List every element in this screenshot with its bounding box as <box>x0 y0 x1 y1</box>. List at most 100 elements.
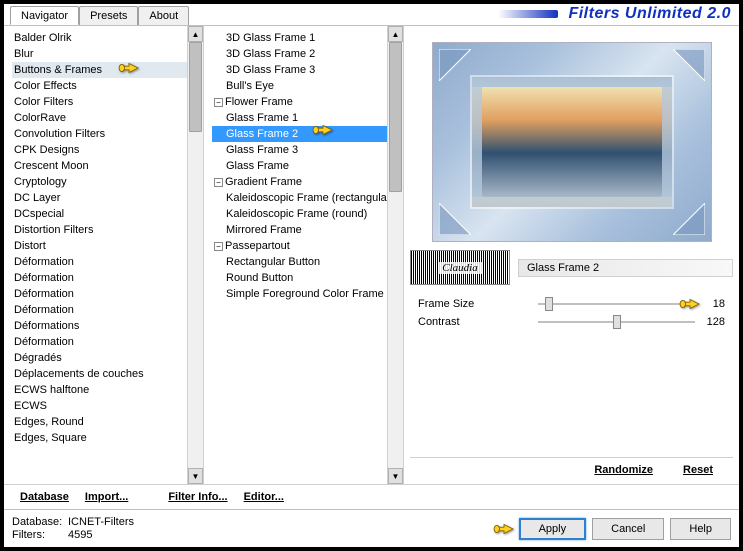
filter-item-label: 3D Glass Frame 1 <box>226 32 315 44</box>
filter-item-label: Glass Frame 2 <box>226 128 298 140</box>
app-title: Filters Unlimited 2.0 <box>568 5 731 23</box>
filter-item[interactable]: −Passepartout <box>212 238 403 254</box>
slider-thumb[interactable] <box>545 297 553 311</box>
filter-item-label: 3D Glass Frame 2 <box>226 48 315 60</box>
header: Navigator Presets About Filters Unlimite… <box>4 4 739 26</box>
filter-item[interactable]: 3D Glass Frame 1 <box>212 30 403 46</box>
filter-item[interactable]: Kaleidoscopic Frame (rectangular) <box>212 190 403 206</box>
corner-triangle-icon <box>439 49 471 81</box>
category-item[interactable]: Cryptology <box>12 174 203 190</box>
category-item[interactable]: Déformation <box>12 334 203 350</box>
filter-item-label: Round Button <box>226 272 293 284</box>
category-item[interactable]: Edges, Square <box>12 430 203 446</box>
category-item[interactable]: ECWS halftone <box>12 382 203 398</box>
category-item[interactable]: Color Effects <box>12 78 203 94</box>
filter-item[interactable]: −Flower Frame <box>212 94 403 110</box>
filter-item[interactable]: Round Button <box>212 270 403 286</box>
tab-about[interactable]: About <box>138 6 189 25</box>
category-item[interactable]: DC Layer <box>12 190 203 206</box>
slider-thumb[interactable] <box>613 315 621 329</box>
category-item[interactable]: Déplacements de couches <box>12 366 203 382</box>
scroll-up-icon[interactable]: ▲ <box>188 26 203 42</box>
filter-item-label: Mirrored Frame <box>226 224 302 236</box>
filter-item[interactable]: 3D Glass Frame 2 <box>212 46 403 62</box>
category-item[interactable]: ColorRave <box>12 110 203 126</box>
category-item[interactable]: DCspecial <box>12 206 203 222</box>
import-button[interactable]: Import... <box>77 489 136 505</box>
scroll-down-icon[interactable]: ▼ <box>388 468 403 484</box>
param-value: 128 <box>695 316 725 328</box>
footer: Database:ICNET-Filters Filters:4595 Appl… <box>4 509 739 547</box>
category-item[interactable]: ECWS <box>12 398 203 414</box>
cancel-button[interactable]: Cancel <box>592 518 664 540</box>
tab-navigator[interactable]: Navigator <box>10 6 79 25</box>
filter-item[interactable]: Rectangular Button <box>212 254 403 270</box>
help-button[interactable]: Help <box>670 518 731 540</box>
filter-item[interactable]: Mirrored Frame <box>212 222 403 238</box>
category-item[interactable]: Color Filters <box>12 94 203 110</box>
collapse-icon[interactable]: − <box>214 242 223 251</box>
category-item[interactable]: Dégradés <box>12 350 203 366</box>
category-item[interactable]: Déformations <box>12 318 203 334</box>
filter-column: 3D Glass Frame 1 3D Glass Frame 2 3D Glass… <box>204 26 404 484</box>
frame-size-slider[interactable] <box>538 297 695 311</box>
category-item[interactable]: Déformation <box>12 286 203 302</box>
category-item[interactable]: Déformation <box>12 270 203 286</box>
param-label: Contrast <box>418 316 538 328</box>
filter-item[interactable]: −Gradient Frame <box>212 174 403 190</box>
filter-list[interactable]: 3D Glass Frame 1 3D Glass Frame 2 3D Glass… <box>204 26 403 484</box>
collapse-icon[interactable]: − <box>214 98 223 107</box>
category-list[interactable]: Balder OlrikBlurButtons & FramesColor Ef… <box>4 26 203 484</box>
category-item[interactable]: Distort <box>12 238 203 254</box>
category-item[interactable]: Déformation <box>12 254 203 270</box>
randomize-row: Randomize Reset <box>410 457 733 478</box>
author-name: Claudia <box>438 262 481 274</box>
filter-item[interactable]: Kaleidoscopic Frame (round) <box>212 206 403 222</box>
apply-button[interactable]: Apply <box>519 518 587 540</box>
category-item[interactable]: Distortion Filters <box>12 222 203 238</box>
category-item[interactable]: Edges, Round <box>12 414 203 430</box>
filter-item-label: Kaleidoscopic Frame (rectangular) <box>226 192 394 204</box>
action-button-row: Database Import... Filter Info... Editor… <box>4 484 739 509</box>
filter-item[interactable]: Glass Frame 3 <box>212 142 403 158</box>
randomize-button[interactable]: Randomize <box>594 464 653 476</box>
param-frame-size: Frame Size 18 <box>410 295 733 313</box>
scroll-up-icon[interactable]: ▲ <box>388 26 403 42</box>
filter-title-row: Claudia Glass Frame 2 <box>410 250 733 285</box>
filter-item-label: 3D Glass Frame 3 <box>226 64 315 76</box>
category-item[interactable]: Convolution Filters <box>12 126 203 142</box>
filter-item[interactable]: Glass Frame 1 <box>212 110 403 126</box>
filter-item[interactable]: Glass Frame <box>212 158 403 174</box>
reset-button[interactable]: Reset <box>683 464 713 476</box>
category-item[interactable]: CPK Designs <box>12 142 203 158</box>
editor-button[interactable]: Editor... <box>236 489 292 505</box>
filter-item-label: Glass Frame 3 <box>226 144 298 156</box>
category-item[interactable]: Crescent Moon <box>12 158 203 174</box>
filter-item-label: Bull's Eye <box>226 80 274 92</box>
category-item[interactable]: Déformation <box>12 302 203 318</box>
category-scrollbar[interactable]: ▲ ▼ <box>187 26 203 484</box>
contrast-slider[interactable] <box>538 315 695 329</box>
filter-item[interactable]: Bull's Eye <box>212 78 403 94</box>
database-button[interactable]: Database <box>12 489 77 505</box>
filter-scrollbar[interactable]: ▲ ▼ <box>387 26 403 484</box>
preview-inner-image <box>472 77 672 207</box>
category-item[interactable]: Balder Olrik <box>12 30 203 46</box>
tab-presets[interactable]: Presets <box>79 6 138 25</box>
filter-item-label: Kaleidoscopic Frame (round) <box>226 208 367 220</box>
filter-item[interactable]: Simple Foreground Color Frame <box>212 286 403 302</box>
tab-bar: Navigator Presets About <box>4 5 189 24</box>
filter-info-button[interactable]: Filter Info... <box>160 489 235 505</box>
param-value: 18 <box>695 298 725 310</box>
collapse-icon[interactable]: − <box>214 178 223 187</box>
category-item[interactable]: Blur <box>12 46 203 62</box>
category-item[interactable]: Buttons & Frames <box>12 62 203 78</box>
scroll-down-icon[interactable]: ▼ <box>188 468 203 484</box>
filter-item[interactable]: Glass Frame 2 <box>212 126 403 142</box>
status-info: Database:ICNET-Filters Filters:4595 <box>12 516 134 542</box>
scrollbar-thumb[interactable] <box>189 42 202 132</box>
corner-triangle-icon <box>439 203 471 235</box>
filter-item[interactable]: 3D Glass Frame 3 <box>212 62 403 78</box>
scrollbar-thumb[interactable] <box>389 42 402 192</box>
filters-count: 4595 <box>68 529 92 541</box>
